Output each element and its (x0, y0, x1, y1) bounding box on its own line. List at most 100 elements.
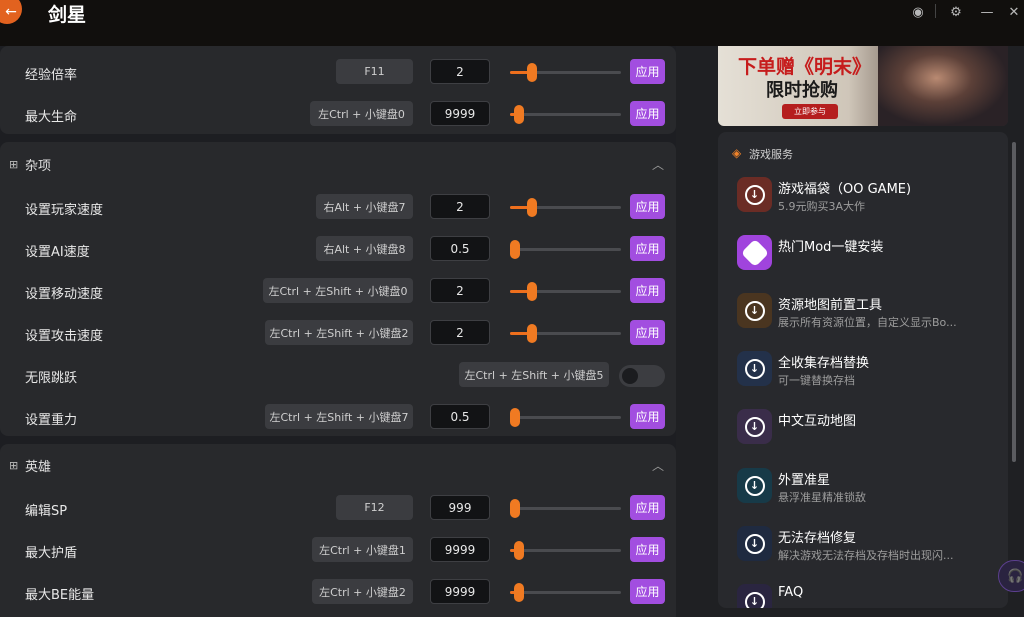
grid-icon: ⊞ (9, 458, 19, 472)
option-row: 最大BE能量 左Ctrl + 小键盘2 9999 应用 (0, 572, 676, 614)
service-item[interactable]: ↓ 无法存档修复 解决游戏无法存档及存档时出现闪... (718, 526, 1008, 582)
service-item[interactable]: ↓ FAQ (718, 584, 1008, 608)
service-item[interactable]: ↓ 全收集存档替换 可一键替换存档 (718, 351, 1008, 407)
value-slider[interactable] (510, 541, 621, 560)
apply-button[interactable]: 应用 (630, 537, 665, 562)
value-slider[interactable] (510, 240, 621, 259)
service-title: 中文互动地图 (778, 414, 857, 429)
service-item[interactable]: 热门Mod一键安装 (718, 235, 1008, 291)
slider-thumb[interactable] (514, 541, 524, 560)
banner-join-button[interactable]: 立即参与 (782, 104, 838, 119)
download-icon: ↓ (737, 409, 772, 444)
hotkey-button[interactable]: 左Ctrl + 左Shift + 小键盘2 (265, 320, 413, 345)
service-subtitle: 可一键替换存档 (778, 374, 855, 387)
banner-character-image (878, 46, 1008, 126)
service-title: 外置准星 (778, 473, 831, 488)
slider-thumb[interactable] (510, 240, 520, 259)
section-header[interactable]: ⊞ 英雄 ︿ (0, 445, 676, 485)
slider-thumb[interactable] (510, 499, 520, 518)
hotkey-button[interactable]: 左Ctrl + 左Shift + 小键盘7 (265, 404, 413, 429)
value-input[interactable]: 2 (430, 59, 490, 84)
user-icon[interactable]: ◉ (908, 2, 928, 22)
headset-icon[interactable]: 🎧 (998, 560, 1024, 592)
section-general: 经验倍率 F11 2 应用 最大生命 左Ctrl + 小键盘0 9999 应用 (0, 46, 676, 134)
download-icon: ↓ (737, 584, 772, 608)
hotkey-button[interactable]: F11 (336, 59, 413, 84)
value-slider[interactable] (510, 408, 621, 427)
apply-button[interactable]: 应用 (630, 278, 665, 303)
service-item[interactable]: ↓ 中文互动地图 (718, 409, 1008, 465)
download-icon: ↓ (737, 351, 772, 386)
option-label: 设置AI速度 (25, 245, 90, 260)
hotkey-button[interactable]: 左Ctrl + 小键盘1 (312, 537, 413, 562)
value-input[interactable]: 999 (430, 495, 490, 520)
value-slider[interactable] (510, 198, 621, 217)
service-title: 热门Mod一键安装 (778, 240, 884, 255)
slider-thumb[interactable] (527, 324, 537, 343)
option-row: 设置攻击速度 左Ctrl + 左Shift + 小键盘2 2 应用 (0, 313, 676, 355)
apply-button[interactable]: 应用 (630, 404, 665, 429)
apply-button[interactable]: 应用 (630, 59, 665, 84)
hotkey-button[interactable]: 右Alt + 小键盘7 (316, 194, 413, 219)
option-label: 设置重力 (25, 413, 78, 428)
chevron-up-icon[interactable]: ︿ (652, 156, 664, 173)
value-input[interactable]: 0.5 (430, 236, 490, 261)
apply-button[interactable]: 应用 (630, 579, 665, 604)
services-title: 游戏服务 (749, 148, 793, 161)
value-input[interactable]: 0.5 (430, 404, 490, 429)
cheat-panel: 经验倍率 F11 2 应用 最大生命 左Ctrl + 小键盘0 9999 应用 … (0, 46, 676, 617)
hotkey-button[interactable]: 左Ctrl + 左Shift + 小键盘0 (263, 278, 413, 303)
infinite-jump-toggle[interactable] (619, 365, 665, 387)
value-slider[interactable] (510, 282, 621, 301)
option-row: 经验倍率 F11 2 应用 (0, 52, 676, 94)
hotkey-button[interactable]: 左Ctrl + 左Shift + 小键盘5 (459, 362, 609, 387)
slider-thumb[interactable] (527, 198, 537, 217)
scrollbar[interactable] (1012, 142, 1016, 462)
close-icon[interactable]: ✕ (1004, 2, 1024, 22)
apply-button[interactable]: 应用 (630, 101, 665, 126)
settings-icon[interactable]: ⚙ (946, 2, 966, 22)
slider-thumb[interactable] (514, 583, 524, 602)
option-label: 最大BE能量 (25, 588, 95, 603)
value-input[interactable]: 2 (430, 278, 490, 303)
value-input[interactable]: 2 (430, 194, 490, 219)
chevron-up-icon[interactable]: ︿ (652, 457, 664, 474)
hotkey-button[interactable]: 左Ctrl + 小键盘2 (312, 579, 413, 604)
apply-button[interactable]: 应用 (630, 194, 665, 219)
service-item[interactable]: ↓ 资源地图前置工具 展示所有资源位置，自定义显示Bo... (718, 293, 1008, 349)
hotkey-button[interactable]: 右Alt + 小键盘8 (316, 236, 413, 261)
section-title: 英雄 (25, 459, 52, 475)
value-slider[interactable] (510, 105, 621, 124)
service-item[interactable]: ↓ 外置准星 悬浮准星精准锁敌 (718, 468, 1008, 524)
minimize-icon[interactable]: — (977, 2, 997, 22)
value-input[interactable]: 9999 (430, 537, 490, 562)
hotkey-button[interactable]: 左Ctrl + 小键盘0 (310, 101, 413, 126)
hotkey-button[interactable]: F12 (336, 495, 413, 520)
option-label: 设置玩家速度 (25, 203, 104, 218)
service-title: 全收集存档替换 (778, 356, 870, 371)
slider-thumb[interactable] (527, 282, 537, 301)
slider-thumb[interactable] (527, 63, 537, 82)
cube-icon: ◈ (732, 146, 742, 160)
service-item[interactable]: ↓ 游戏福袋（OO GAME) 5.9元购买3A大作 (718, 177, 1008, 233)
apply-button[interactable]: 应用 (630, 236, 665, 261)
apply-button[interactable]: 应用 (630, 320, 665, 345)
value-slider[interactable] (510, 583, 621, 602)
value-input[interactable]: 9999 (430, 579, 490, 604)
slider-thumb[interactable] (514, 105, 524, 124)
grid-icon: ⊞ (9, 157, 19, 171)
value-slider[interactable] (510, 499, 621, 518)
value-input[interactable]: 9999 (430, 101, 490, 126)
option-row: 设置移动速度 左Ctrl + 左Shift + 小键盘0 2 应用 (0, 271, 676, 313)
slider-thumb[interactable] (510, 408, 520, 427)
promo-banner[interactable]: 下单赠《明末》 限时抢购 立即参与 (718, 46, 1008, 126)
service-title: FAQ (778, 585, 804, 600)
section-header[interactable]: ⊞ 杂项 ︿ (0, 144, 676, 184)
value-slider[interactable] (510, 324, 621, 343)
option-label: 编辑SP (25, 504, 68, 519)
arrow-left-icon[interactable]: ← (0, 0, 22, 24)
apply-button[interactable]: 应用 (630, 495, 665, 520)
option-label: 经验倍率 (25, 68, 78, 83)
value-input[interactable]: 2 (430, 320, 490, 345)
value-slider[interactable] (510, 63, 621, 82)
